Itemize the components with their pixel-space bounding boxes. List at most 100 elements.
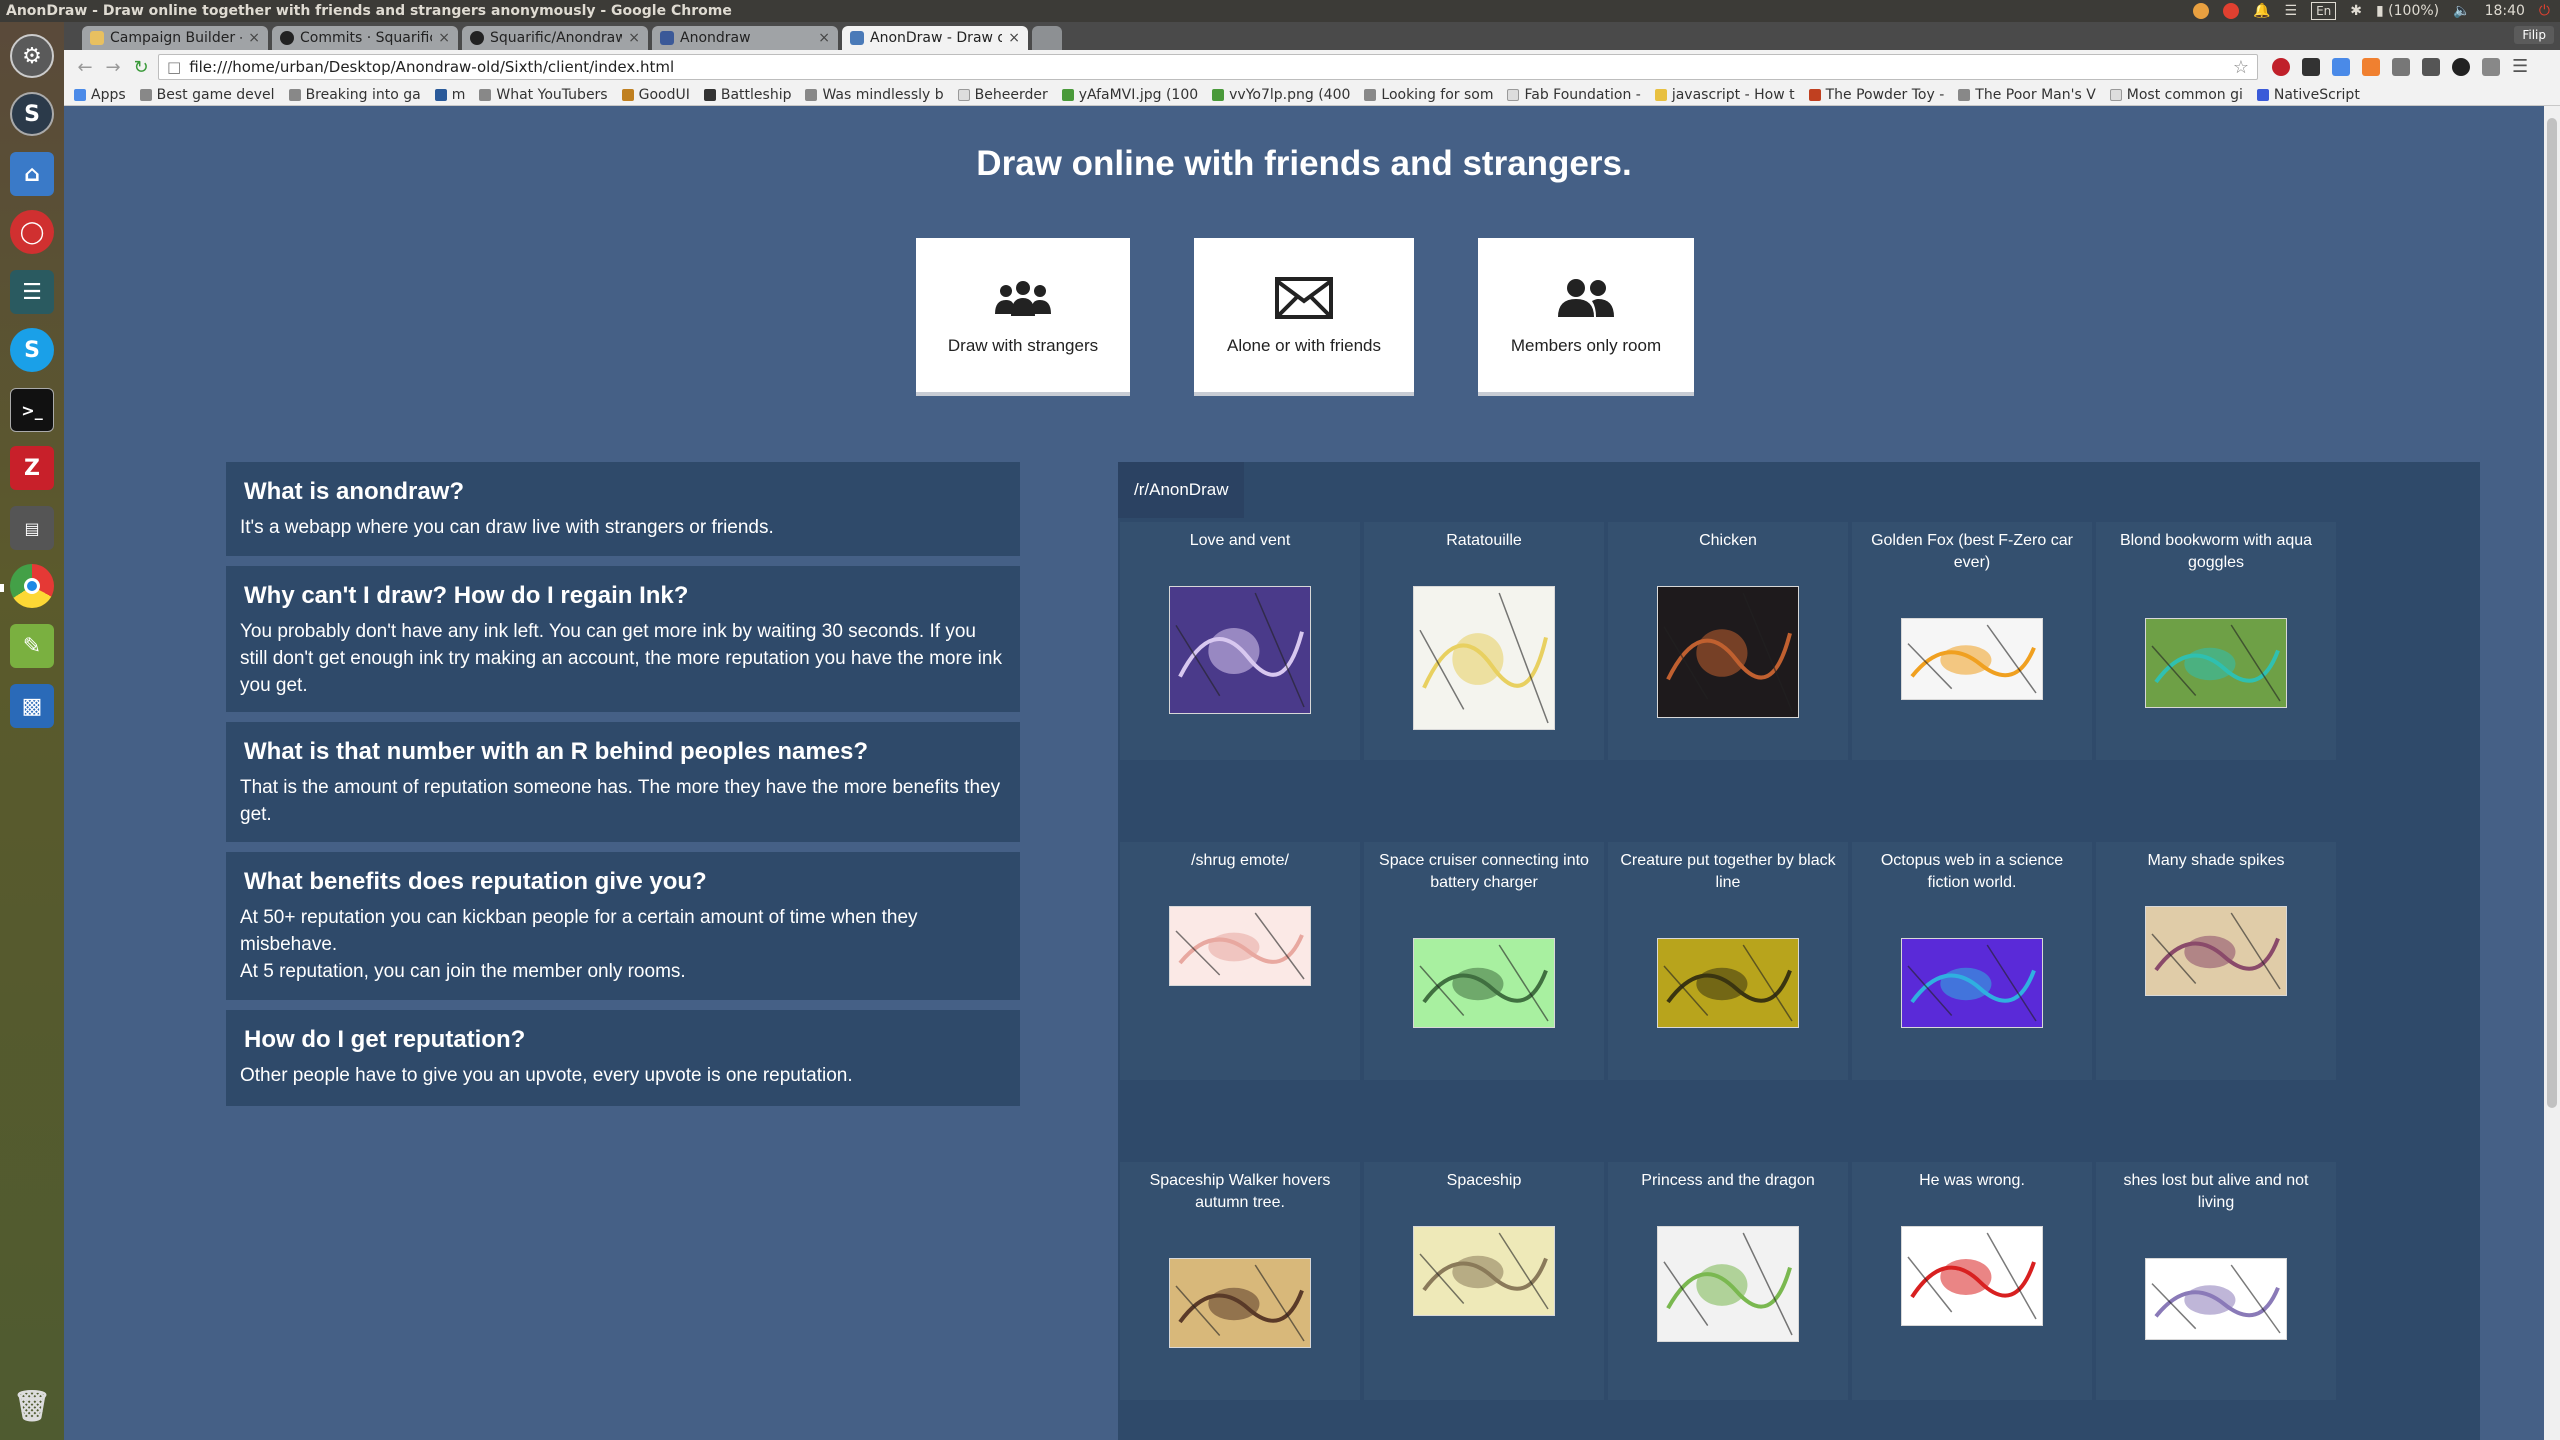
post-thumbnail[interactable]: [2145, 1258, 2287, 1340]
draw-with-strangers-button[interactable]: Draw with strangers: [916, 238, 1130, 396]
filezilla-icon[interactable]: Z: [10, 446, 54, 490]
subreddit-post-tile[interactable]: Chicken: [1608, 522, 1848, 760]
post-thumbnail[interactable]: [2145, 618, 2287, 708]
bookmark-item[interactable]: Battleship: [703, 87, 791, 103]
forward-icon[interactable]: →: [102, 56, 124, 78]
extension-dark-icon[interactable]: [2422, 58, 2440, 76]
subreddit-post-tile[interactable]: Creature put together by black line: [1608, 842, 1848, 1080]
tab-close-icon[interactable]: ×: [248, 30, 260, 46]
ux-extension-icon[interactable]: [2302, 58, 2320, 76]
post-thumbnail[interactable]: [1413, 938, 1555, 1028]
bookmark-item[interactable]: javascript - How t: [1654, 87, 1795, 103]
power-icon[interactable]: ⏻: [2539, 3, 2550, 19]
chrome-indicator-icon[interactable]: [2193, 3, 2210, 19]
notification-bell-icon[interactable]: 🔔: [2253, 3, 2270, 19]
subreddit-title[interactable]: /r/AnonDraw: [1118, 462, 1245, 518]
tab-anondraw-active[interactable]: AnonDraw - Draw o ×: [842, 26, 1028, 50]
reload-icon[interactable]: ↻: [130, 56, 152, 78]
subreddit-post-tile[interactable]: /shrug emote/: [1120, 842, 1360, 1080]
bookmark-item[interactable]: The Powder Toy -: [1808, 87, 1944, 103]
dash-home-icon[interactable]: ⚙: [10, 34, 54, 78]
post-thumbnail[interactable]: [1169, 906, 1311, 986]
clock[interactable]: 18:40: [2485, 3, 2525, 19]
bookmark-item[interactable]: Looking for som: [1364, 87, 1493, 103]
tab-anondraw-facebook[interactable]: Anondraw ×: [652, 26, 838, 50]
bluetooth-icon[interactable]: ✱: [2350, 3, 2362, 19]
tab-close-icon[interactable]: ×: [1008, 30, 1020, 46]
bookmark-item[interactable]: What YouTubers: [479, 87, 608, 103]
volume-icon[interactable]: 🔈: [2453, 3, 2470, 19]
skype-icon[interactable]: S: [10, 328, 54, 372]
chrome-app-icon[interactable]: [2223, 3, 2240, 19]
battery-indicator[interactable]: ▮ (100%): [2376, 3, 2439, 19]
app-s-icon[interactable]: S: [10, 92, 54, 136]
extension-gray-icon[interactable]: [2392, 58, 2410, 76]
bookmark-item[interactable]: The Poor Man's V: [1958, 87, 2096, 103]
post-thumbnail[interactable]: [1901, 938, 2043, 1028]
post-thumbnail[interactable]: [1901, 618, 2043, 700]
chrome-menu-icon[interactable]: ☰: [2512, 58, 2530, 76]
translate-icon[interactable]: [2332, 58, 2350, 76]
post-thumbnail[interactable]: [1657, 938, 1799, 1028]
new-tab-button[interactable]: [1032, 26, 1062, 50]
keyboard-layout[interactable]: En: [2311, 2, 2337, 20]
bookmark-item[interactable]: m: [434, 87, 465, 103]
post-thumbnail[interactable]: [1169, 586, 1311, 714]
trash-icon[interactable]: 🗑: [10, 1384, 54, 1428]
subreddit-post-tile[interactable]: Blond bookworm with aqua goggles: [2096, 522, 2336, 760]
bookmark-star-icon[interactable]: ☆: [2233, 57, 2249, 78]
address-bar[interactable]: □ file:///home/urban/Desktop/Anondraw-ol…: [158, 54, 2258, 80]
bookmark-item[interactable]: Most common gi: [2109, 87, 2243, 103]
subreddit-post-tile[interactable]: Many shade spikes: [2096, 842, 2336, 1080]
bookmark-item[interactable]: Breaking into ga: [288, 87, 421, 103]
workspace-switcher-icon[interactable]: ▤: [10, 506, 54, 550]
chrome-launcher-icon[interactable]: [10, 564, 54, 608]
post-thumbnail[interactable]: [1901, 1226, 2043, 1326]
subreddit-post-tile[interactable]: Space cruiser connecting into battery ch…: [1364, 842, 1604, 1080]
tab-squarific-anondraw[interactable]: Squarific/Anondraw ×: [462, 26, 648, 50]
scrollbar-thumb[interactable]: [2547, 118, 2557, 1108]
bookmark-item[interactable]: NativeScript: [2256, 87, 2360, 103]
page-scrollbar[interactable]: [2544, 106, 2560, 1440]
extension-circle-icon[interactable]: [2452, 58, 2470, 76]
subreddit-post-tile[interactable]: Ratatouille: [1364, 522, 1604, 760]
alone-or-with-friends-button[interactable]: Alone or with friends: [1194, 238, 1414, 396]
tab-close-icon[interactable]: ×: [438, 30, 450, 46]
extension-leaf-icon[interactable]: [2482, 58, 2500, 76]
tab-close-icon[interactable]: ×: [818, 30, 830, 46]
extension-orange-icon[interactable]: [2362, 58, 2380, 76]
tab-campaign-builder[interactable]: Campaign Builder - ×: [82, 26, 268, 50]
profile-button[interactable]: Filip: [2514, 26, 2554, 44]
adblock-icon[interactable]: [2272, 58, 2290, 76]
members-only-room-button[interactable]: Members only room: [1478, 238, 1694, 396]
subreddit-post-tile[interactable]: Princess and the dragon: [1608, 1162, 1848, 1400]
post-thumbnail[interactable]: [2145, 906, 2287, 996]
bookmark-item[interactable]: yAfaMVI.jpg (100: [1061, 87, 1198, 103]
subreddit-post-tile[interactable]: He was wrong.: [1852, 1162, 2092, 1400]
bookmark-item[interactable]: Was mindlessly b: [805, 87, 944, 103]
back-icon[interactable]: ←: [74, 56, 96, 78]
workspace-icon[interactable]: ▩: [10, 684, 54, 728]
bookmark-item[interactable]: GoodUI: [621, 87, 690, 103]
tab-close-icon[interactable]: ×: [628, 30, 640, 46]
bookmark-item[interactable]: Beheerder: [957, 87, 1048, 103]
post-thumbnail[interactable]: [1169, 1258, 1311, 1348]
post-thumbnail[interactable]: [1657, 586, 1799, 718]
post-thumbnail[interactable]: [1413, 1226, 1555, 1316]
subreddit-post-tile[interactable]: Golden Fox (best F-Zero car ever): [1852, 522, 2092, 760]
post-thumbnail[interactable]: [1657, 1226, 1799, 1342]
subreddit-post-tile[interactable]: Spaceship Walker hovers autumn tree.: [1120, 1162, 1360, 1400]
subreddit-post-tile[interactable]: shes lost but alive and not living: [2096, 1162, 2336, 1400]
post-thumbnail[interactable]: [1413, 586, 1555, 730]
tab-commits[interactable]: Commits · Squarific/ ×: [272, 26, 458, 50]
bookmark-item[interactable]: Best game devel: [139, 87, 275, 103]
files-icon[interactable]: ⌂: [10, 152, 54, 196]
bookmark-apps[interactable]: Apps: [74, 87, 126, 103]
terminal-icon[interactable]: >_: [10, 388, 54, 432]
bookmark-item[interactable]: vvYo7lp.png (400: [1212, 87, 1350, 103]
software-center-icon[interactable]: ◯: [10, 210, 54, 254]
text-editor-icon[interactable]: ✎: [10, 624, 54, 668]
subreddit-post-tile[interactable]: Love and vent: [1120, 522, 1360, 760]
settings-icon[interactable]: ☰: [10, 270, 54, 314]
wifi-icon[interactable]: ☰: [2285, 3, 2298, 19]
